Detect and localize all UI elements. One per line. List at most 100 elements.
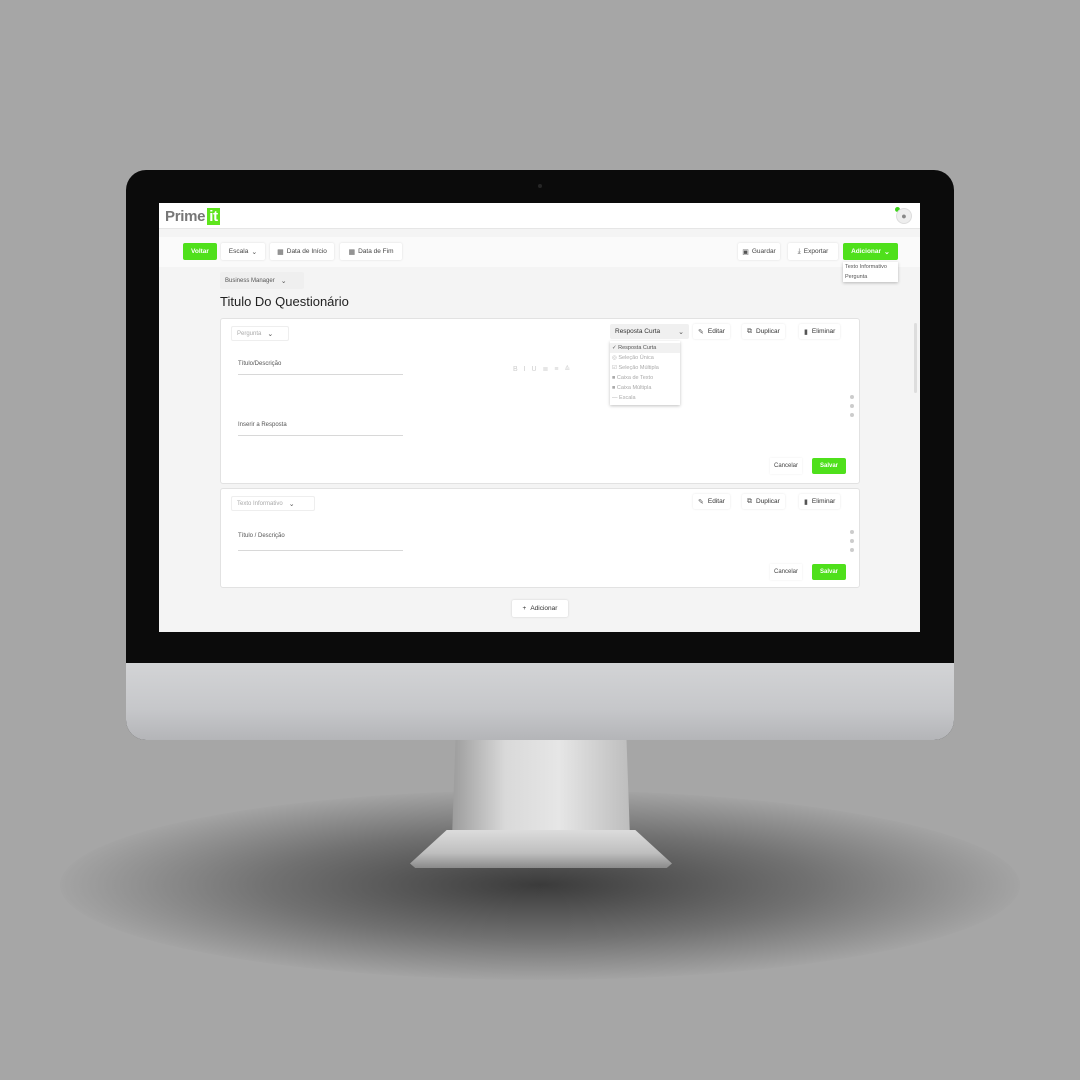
duplicate-label: Duplicar (756, 328, 780, 335)
back-button-label: Voltar (191, 248, 209, 255)
app-screen: Prime it ● Voltar Escala ⌄ ▦ Data de Iní… (159, 203, 920, 632)
drag-handle-icon[interactable] (850, 530, 854, 557)
end-date-label: Data de Fim (358, 248, 394, 255)
chevron-down-icon: ⌄ (267, 330, 274, 338)
chevron-down-icon: ⌄ (884, 248, 890, 256)
textbox-icon: ■ (612, 375, 616, 381)
checkbox-icon: ☑ (612, 365, 617, 371)
question-type-value: Pergunta (237, 330, 262, 337)
delete-button[interactable]: ▮ Eliminar (799, 324, 841, 339)
role-select[interactable]: Business Manager ⌄ (220, 272, 304, 289)
title-field[interactable] (238, 374, 403, 375)
monitor-chin (126, 663, 954, 740)
answer-type-select[interactable]: Resposta Curta ⌄ (610, 324, 689, 339)
top-bar: Prime it ● (159, 203, 920, 229)
answer-type-value: Resposta Curta (615, 328, 661, 335)
start-date-button[interactable]: ▦ Data de Início (270, 243, 334, 260)
plus-icon: + (522, 605, 527, 612)
answer-type-option-multi-box[interactable]: ■ Caixa Múltipla (610, 383, 680, 393)
save-draft-label: Guardar (751, 248, 776, 255)
logo-badge: it (207, 208, 220, 225)
edit-label: Editar (707, 498, 725, 505)
info-type-select[interactable]: Texto Informativo ⌄ (231, 496, 315, 511)
radio-icon: ◎ (612, 355, 617, 361)
delete-label: Eliminar (811, 498, 836, 505)
logo[interactable]: Prime it (165, 208, 220, 225)
cancel-button[interactable]: Cancelar (770, 458, 803, 474)
duplicate-label: Duplicar (756, 498, 780, 505)
edit-button[interactable]: ✎ Editar (693, 324, 730, 339)
export-label: Exportar (803, 248, 829, 255)
trash-icon: ▮ (804, 498, 808, 506)
add-dropdown-label: Adicionar (851, 248, 882, 255)
option-label: Seleção Múltipla (618, 365, 659, 371)
option-label: Caixa de Texto (616, 375, 654, 381)
edit-label: Editar (707, 328, 725, 335)
toolbar: Voltar Escala ⌄ ▦ Data de Início ▦ Data … (159, 237, 920, 267)
save-button[interactable]: Salvar (812, 458, 846, 474)
scale-dropdown-label: Escala (228, 248, 249, 255)
add-menu-item-info-text[interactable]: Texto Informativo (843, 262, 898, 272)
pencil-icon: ✎ (698, 498, 704, 506)
question-type-select[interactable]: Pergunta ⌄ (231, 326, 289, 341)
floppy-disk-icon: ▣ (742, 248, 749, 256)
export-button[interactable]: ⤓ Exportar (788, 243, 838, 260)
monitor-stand-foot (410, 830, 672, 868)
trash-icon: ▮ (804, 328, 808, 336)
add-menu: Texto Informativo Pergunta (843, 262, 898, 282)
add-menu-item-question[interactable]: Pergunta (843, 272, 898, 282)
check-icon: ✓ (612, 345, 617, 351)
pencil-icon: ✎ (698, 328, 704, 336)
answer-type-option-textbox[interactable]: ■ Caixa de Texto (610, 373, 680, 383)
answer-field[interactable] (238, 435, 403, 436)
save-button[interactable]: Salvar (812, 564, 846, 580)
camera-icon (538, 184, 542, 188)
back-button[interactable]: Voltar (183, 243, 217, 260)
duplicate-button[interactable]: ⧉ Duplicar (742, 324, 785, 339)
chevron-down-icon: ⌄ (288, 500, 295, 508)
chevron-down-icon: ⌄ (251, 248, 258, 256)
page-title: Titulo Do Questionário (220, 294, 349, 309)
drag-handle-icon[interactable] (850, 395, 854, 422)
edit-button[interactable]: ✎ Editar (693, 494, 730, 509)
copy-icon: ⧉ (747, 327, 752, 335)
multibox-icon: ■ (612, 385, 616, 391)
logo-text: Prime (165, 208, 206, 225)
start-date-label: Data de Início (286, 248, 327, 255)
monitor-frame: Prime it ● Voltar Escala ⌄ ▦ Data de Iní… (126, 170, 954, 740)
info-title-field-label: Título / Descrição (238, 533, 285, 539)
format-toolbar[interactable]: B I U ≣ ≡ ≙ (513, 365, 572, 373)
info-type-value: Texto Informativo (237, 500, 283, 507)
monitor-stand-neck (452, 738, 630, 838)
user-avatar-icon[interactable]: ● (896, 208, 912, 224)
duplicate-button[interactable]: ⧉ Duplicar (742, 494, 785, 509)
role-select-value: Business Manager (225, 277, 275, 284)
answer-type-option-multiple[interactable]: ☑ Seleção Múltipla (610, 363, 680, 373)
answer-type-menu: ✓ Resposta Curta ◎ Seleção Única ☑ Seleç… (610, 341, 680, 405)
download-icon: ⤓ (797, 247, 801, 255)
scale-dropdown[interactable]: Escala ⌄ (221, 243, 265, 260)
chevron-down-icon: ⌄ (678, 328, 684, 336)
chevron-down-icon: ⌄ (280, 277, 287, 285)
answer-type-option-short[interactable]: ✓ Resposta Curta (610, 343, 680, 353)
delete-label: Eliminar (811, 328, 836, 335)
copy-icon: ⧉ (747, 497, 752, 505)
option-label: Caixa Múltipla (616, 385, 652, 391)
answer-type-option-scale[interactable]: — Escala (610, 393, 680, 403)
answer-type-option-single[interactable]: ◎ Seleção Única (610, 353, 680, 363)
add-item-button[interactable]: + Adicionar (512, 600, 568, 617)
save-draft-button[interactable]: ▣ Guardar (738, 243, 780, 260)
end-date-button[interactable]: ▦ Data de Fim (340, 243, 402, 260)
info-title-field[interactable] (238, 550, 403, 551)
option-label: Seleção Única (618, 355, 654, 361)
add-item-label: Adicionar (530, 605, 558, 612)
delete-button[interactable]: ▮ Eliminar (799, 494, 841, 509)
scale-icon: — (612, 395, 618, 401)
scrollbar[interactable] (914, 323, 917, 393)
add-dropdown-button[interactable]: Adicionar ⌄ (843, 243, 898, 260)
option-label: Resposta Curta (618, 345, 657, 351)
answer-field-label: Inserir a Resposta (238, 422, 287, 428)
question-card: Pergunta ⌄ Resposta Curta ⌄ ✎ Editar ⧉ D… (220, 318, 860, 484)
cancel-button[interactable]: Cancelar (770, 564, 803, 580)
calendar-icon: ▦ (277, 248, 284, 256)
